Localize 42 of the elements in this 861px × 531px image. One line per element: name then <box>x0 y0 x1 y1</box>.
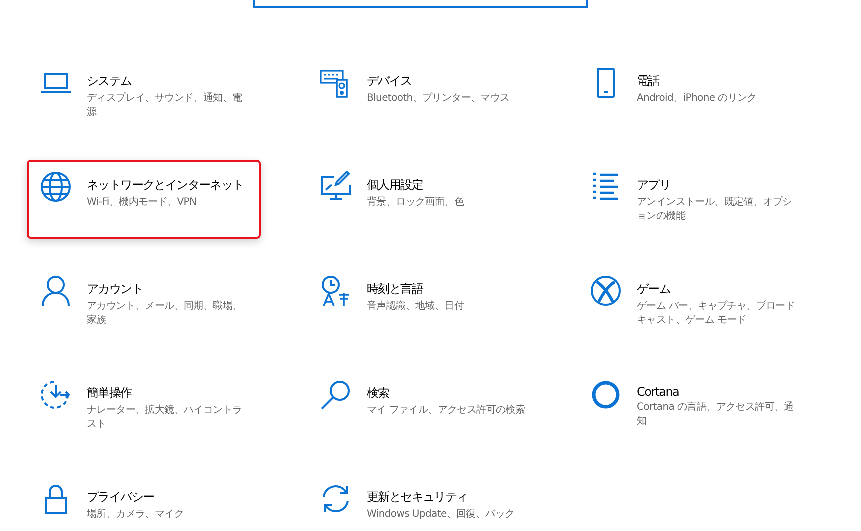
category-title: 個人用設定 <box>367 177 424 194</box>
category-description: マイ ファイル、アクセス許可の検索 <box>367 404 526 418</box>
category-title: 電話 <box>637 73 660 90</box>
category-description: Cortana の言語、アクセス許可、通知 <box>637 401 795 429</box>
category-description: Windows Update、回復、バック <box>367 508 516 522</box>
category-title: ネットワークとインターネット <box>87 177 245 194</box>
category-title: 時刻と言語 <box>367 281 424 298</box>
category-description: 音声認識、地域、日付 <box>367 300 466 314</box>
category-description: 背景、ロック画面、色 <box>367 196 466 210</box>
category-title: デバイス <box>367 73 413 90</box>
settings-category[interactable]: アプリ アンインストール、既定値、オプションの機能 <box>577 160 811 239</box>
settings-category[interactable]: 時刻と言語 音声認識、地域、日付 <box>307 264 541 343</box>
category-title: アカウント <box>87 281 144 298</box>
category-description: アンインストール、既定値、オプションの機能 <box>637 196 794 224</box>
settings-category[interactable]: ネットワークとインターネット Wi-Fi、機内モード、VPN <box>27 160 261 239</box>
category-description: 場所、カメラ、マイク <box>87 508 186 522</box>
category-title: Cortana <box>637 385 680 399</box>
category-title: プライバシー <box>87 489 156 506</box>
category-description: Bluetooth、プリンター、マウス <box>367 92 511 106</box>
settings-category[interactable]: システム ディスプレイ、サウンド、通知、電源 <box>27 56 261 135</box>
settings-category[interactable]: アカウント アカウント、メール、同期、職場、家族 <box>27 264 261 343</box>
settings-category[interactable]: プライバシー 場所、カメラ、マイク <box>27 472 261 531</box>
settings-category[interactable]: ゲーム ゲーム バー、キャプチャ、ブロードキャスト、ゲーム モード <box>577 264 811 343</box>
settings-category[interactable]: 個人用設定 背景、ロック画面、色 <box>307 160 541 239</box>
category-title: 更新とセキュリティ <box>367 489 469 506</box>
settings-category[interactable]: 電話 Android、iPhone のリンク <box>577 56 811 135</box>
settings-category[interactable]: 検索 マイ ファイル、アクセス許可の検索 <box>307 368 541 447</box>
settings-category[interactable]: 更新とセキュリティ Windows Update、回復、バック <box>307 472 541 531</box>
category-description: ナレーター、拡大鏡、ハイコントラスト <box>87 404 244 432</box>
category-title: ゲーム <box>637 281 672 298</box>
settings-category[interactable]: 簡単操作 ナレーター、拡大鏡、ハイコントラスト <box>27 368 261 447</box>
category-title: システム <box>87 73 133 90</box>
category-title: 簡単操作 <box>87 385 133 402</box>
category-description: アカウント、メール、同期、職場、家族 <box>87 300 244 328</box>
category-description: ゲーム バー、キャプチャ、ブロードキャスト、ゲーム モード <box>637 300 796 328</box>
settings-category[interactable]: デバイス Bluetooth、プリンター、マウス <box>307 56 541 135</box>
category-title: 検索 <box>367 385 390 402</box>
category-description: ディスプレイ、サウンド、通知、電源 <box>87 92 244 120</box>
category-description: Wi-Fi、機内モード、VPN <box>87 196 198 210</box>
settings-category[interactable]: Cortana Cortana の言語、アクセス許可、通知 <box>577 368 811 447</box>
category-title: アプリ <box>637 177 672 194</box>
category-description: Android、iPhone のリンク <box>637 92 758 106</box>
